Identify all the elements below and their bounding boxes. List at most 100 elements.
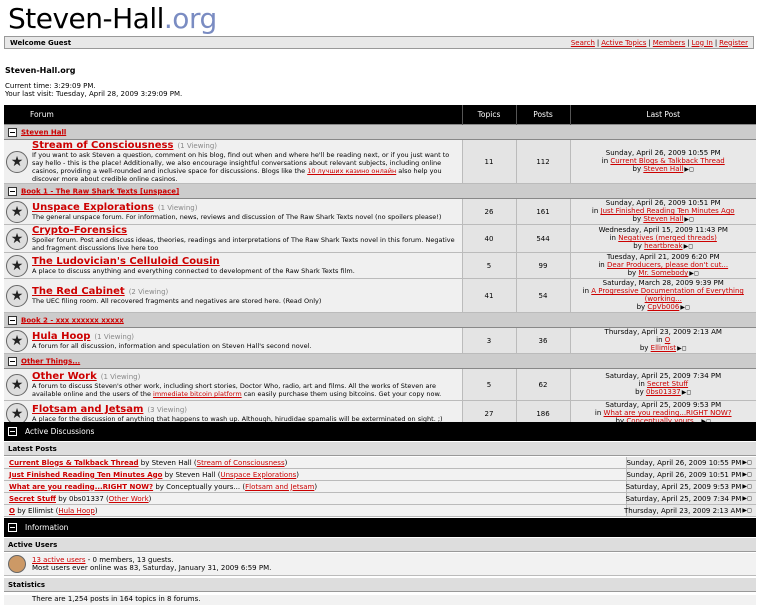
last-post-thread-link[interactable]: Dear Producers, please don't cut... — [607, 261, 728, 269]
forum-row: ★ Stream of Consciousness (1 Viewing) If yo… — [4, 139, 756, 184]
collapse-icon[interactable] — [8, 127, 17, 137]
forum-status-icon: ★ — [6, 254, 28, 277]
latest-post-forum-link[interactable]: Flotsam and Jetsam — [245, 483, 314, 491]
collapse-icon[interactable] — [8, 186, 17, 196]
go-to-last-post-icon[interactable]: ▶◻ — [742, 459, 752, 466]
top-links: Search | Active Topics | Members | Log In | Regi… — [570, 38, 748, 47]
last-post-cell: Sunday, April 26, 2009 10:55 PM in Curren… — [569, 139, 756, 184]
last-post-date: Saturday, April 25, 2009 9:53 PM — [605, 401, 722, 409]
go-to-last-post-icon[interactable]: ▶◻ — [742, 507, 752, 514]
latest-post-forum-link[interactable]: Stream of Consciousness — [197, 459, 285, 467]
forum-name-link[interactable]: Stream of Consciousness — [32, 140, 173, 151]
go-to-last-post-icon[interactable]: ▶◻ — [682, 389, 692, 397]
forum-description: A forum for all discussion, information … — [32, 342, 312, 350]
active-users-row: 13 active users - 0 members, 13 guests. … — [4, 553, 756, 576]
last-post-cell: Wednesday, April 15, 2009 11:43 PM in Neg… — [569, 224, 756, 253]
latest-post-forum-link[interactable]: Unspace Explorations — [221, 471, 297, 479]
last-post-thread-link[interactable]: Just Finished Reading Ten Minutes Ago — [601, 207, 735, 215]
last-post-author-link[interactable]: heartbreak — [644, 242, 682, 250]
description-link[interactable]: 10 лучших казино онлайн — [307, 167, 396, 175]
latest-post-forum-link[interactable]: Hula Hoop — [58, 507, 94, 515]
forum-description: If you want to ask Steven a question, co… — [32, 151, 450, 183]
forum-name-link[interactable]: Unspace Explorations — [32, 202, 154, 213]
category-link[interactable]: Book 1 - The Raw Shark Texts [unspace] — [21, 187, 179, 195]
last-post-date: Wednesday, April 15, 2009 11:43 PM — [598, 226, 728, 234]
latest-post-topic-link[interactable]: Current Blogs & Talkback Thread — [9, 459, 139, 467]
go-to-last-post-icon[interactable]: ▶◻ — [742, 471, 752, 478]
forum-table-header: Forum Topics Posts Last Post — [4, 105, 756, 125]
login-link[interactable]: Log In — [692, 39, 713, 47]
forum-row: ★ Other Work (1 Viewing) A forum to discuss… — [4, 368, 756, 401]
viewing-count: (1 Viewing) — [157, 204, 198, 212]
forum-status-icon: ★ — [6, 200, 28, 223]
posts-count: 36 — [515, 327, 570, 354]
site-logo[interactable]: Steven-Hall.org — [8, 2, 217, 35]
latest-post-topic-link[interactable]: Secret Stuff — [9, 495, 56, 503]
last-post-author-link[interactable]: Mr. Somebody — [638, 269, 688, 277]
posts-count: 161 — [515, 198, 570, 225]
go-to-last-post-icon[interactable]: ▶◻ — [689, 270, 699, 278]
last-post-author-link[interactable]: CpVb006 — [647, 303, 679, 311]
information-header: Information — [4, 518, 756, 537]
collapse-icon[interactable] — [8, 427, 17, 436]
last-post-thread-link[interactable]: A Progressive Documentation of Everythin… — [591, 287, 744, 303]
last-post-thread-link[interactable]: Secret Stuff — [647, 380, 688, 388]
last-post-author-link[interactable]: Ellimist — [651, 344, 676, 352]
forum-row: ★ Crypto-Forensics Spoiler forum. Post and… — [4, 224, 756, 253]
collapse-icon[interactable] — [8, 315, 17, 325]
latest-post-date: Sunday, April 26, 2009 10:51 PM — [626, 470, 742, 479]
forum-name-link[interactable]: The Ludovician's Celluloid Cousin — [32, 256, 220, 267]
last-post-thread-link[interactable]: O — [665, 336, 671, 344]
go-to-last-post-icon[interactable]: ▶◻ — [742, 483, 752, 490]
statistics-text: There are 1,254 posts in 164 topics in 8… — [4, 595, 756, 605]
last-post-date: Sunday, April 26, 2009 10:51 PM — [605, 199, 721, 207]
go-to-last-post-icon[interactable]: ▶◻ — [742, 495, 752, 502]
active-discussions-header: Active Discussions — [4, 422, 756, 441]
members-link[interactable]: Members — [653, 39, 685, 47]
active-users-header: Active Users — [4, 538, 756, 552]
latest-post-topic-link[interactable]: O — [9, 507, 15, 515]
active-topics-link[interactable]: Active Topics — [601, 39, 646, 47]
last-post-thread-link[interactable]: What are you reading...RIGHT NOW? — [604, 409, 732, 417]
go-to-last-post-icon[interactable]: ▶◻ — [684, 166, 694, 174]
collapse-icon[interactable] — [8, 523, 17, 532]
go-to-last-post-icon[interactable]: ▶◻ — [680, 304, 690, 312]
most-users-text: Most users ever online was 83, Saturday,… — [32, 564, 272, 572]
register-link[interactable]: Register — [719, 39, 748, 47]
last-post-author-link[interactable]: Steven Hall — [643, 165, 683, 173]
category-row-other-things: Other Things... — [4, 353, 756, 369]
last-post-date: Tuesday, April 21, 2009 6:20 PM — [606, 253, 720, 261]
category-link[interactable]: Steven Hall — [21, 128, 66, 136]
latest-post-row: What are you reading...RIGHT NOW? by Con… — [4, 481, 756, 493]
go-to-last-post-icon[interactable]: ▶◻ — [684, 243, 694, 251]
topics-count: 5 — [461, 368, 516, 401]
latest-post-topic-link[interactable]: Just Finished Reading Ten Minutes Ago — [9, 471, 162, 479]
header-posts: Posts — [515, 105, 570, 125]
forum-table: Forum Topics Posts Last Post Steven Hall… — [4, 105, 756, 427]
last-post-cell: Thursday, April 23, 2009 2:13 AM in Oby E… — [569, 327, 756, 354]
collapse-icon[interactable] — [8, 356, 17, 366]
last-post-cell: Saturday, March 28, 2009 9:39 PM in A Pro… — [569, 278, 756, 313]
last-post-author-link[interactable]: 0bs01337 — [646, 388, 681, 396]
search-link[interactable]: Search — [571, 39, 595, 47]
current-time: Current time: 3:29:09 PM. — [5, 82, 96, 90]
latest-post-author: by 0bs01337 — [58, 494, 104, 503]
last-post-thread-link[interactable]: Current Blogs & Talkback Thread — [610, 157, 724, 165]
active-users-link[interactable]: 13 active users — [32, 556, 86, 564]
go-to-last-post-icon[interactable]: ▶◻ — [684, 216, 694, 224]
forum-row: ★ Hula Hoop (1 Viewing) A forum for all dis… — [4, 327, 756, 354]
forum-name-link[interactable]: The Red Cabinet — [32, 286, 125, 297]
category-link[interactable]: Book 2 - xxx xxxxxx xxxxx — [21, 316, 124, 324]
forum-name-link[interactable]: Hula Hoop — [32, 331, 90, 342]
description-link[interactable]: immediate bitcoin platform — [153, 390, 242, 398]
forum-name-link[interactable]: Crypto-Forensics — [32, 225, 127, 236]
latest-post-forum-link[interactable]: Other Work — [109, 495, 149, 503]
last-post-thread-link[interactable]: Negatives (merged threads) — [618, 234, 717, 242]
forum-name-link[interactable]: Flotsam and Jetsam — [32, 404, 143, 415]
category-link[interactable]: Other Things... — [21, 357, 80, 365]
last-post-author-link[interactable]: Steven Hall — [643, 215, 683, 223]
header-last-post: Last Post — [569, 105, 756, 125]
latest-post-topic-link[interactable]: What are you reading...RIGHT NOW? — [9, 483, 153, 491]
forum-name-link[interactable]: Other Work — [32, 371, 97, 382]
go-to-last-post-icon[interactable]: ▶◻ — [677, 345, 687, 353]
